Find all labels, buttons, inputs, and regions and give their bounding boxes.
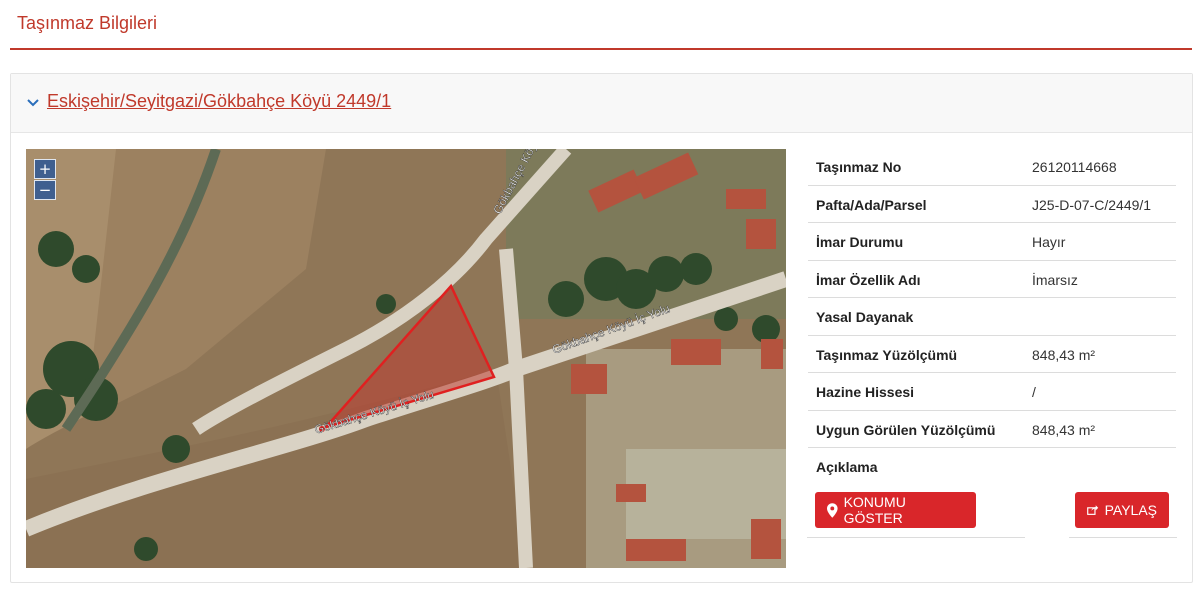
detail-value: 848,43 m² [1032,346,1096,363]
detail-value: J25-D-07-C/2449/1 [1032,196,1152,213]
chevron-down-icon[interactable] [25,95,41,111]
zoom-in-button[interactable]: + [34,159,56,179]
detail-row: Uygun Görülen Yüzölçümü 848,43 m² [808,411,1176,448]
page-header: Taşınmaz Bilgileri [10,0,1192,50]
show-location-label: KONUMU GÖSTER [843,494,906,526]
detail-key: Taşınmaz Yüzölçümü [816,346,958,363]
detail-value: Hayır [1032,234,1066,250]
map-imagery: Gökbahçe Köyü Gökbahçe Köyü İç Yolu Gökb… [26,149,786,568]
share-icon [1087,505,1099,515]
detail-row: İmar Özellik Adı İmarsız [808,261,1176,298]
zoom-controls: + − [34,159,56,200]
detail-key: Hazine Hissesi [816,384,915,400]
detail-value: İmarsız [1032,271,1078,288]
detail-key: İmar Durumu [816,234,904,250]
map-marker-icon [827,502,838,518]
detail-value: 848,43 m² [1032,421,1096,438]
detail-row: İmar Durumu Hayır [808,223,1176,261]
detail-value: 26120114668 [1032,159,1117,175]
satellite-map[interactable]: Gökbahçe Köyü Gökbahçe Köyü İç Yolu Gökb… [26,149,786,568]
property-panel: Eskişehir/Seyitgazi/Gökbahçe Köyü 2449/1 [10,73,1193,583]
detail-row: Pafta/Ada/Parsel J25-D-07-C/2449/1 [808,186,1176,223]
detail-key: Pafta/Ada/Parsel [816,196,927,213]
property-address-link[interactable]: Eskişehir/Seyitgazi/Gökbahçe Köyü 2449/1 [47,91,391,112]
detail-key: Açıklama [816,459,878,475]
detail-row: Taşınmaz Yüzölçümü 848,43 m² [808,336,1176,373]
detail-key: Yasal Dayanak [816,309,914,325]
detail-row: Açıklama [808,448,1176,486]
detail-row: Hazine Hissesi / [808,373,1176,411]
detail-row: Taşınmaz No 26120114668 [808,148,1176,186]
detail-key: Uygun Görülen Yüzölçümü [816,421,996,438]
detail-key: İmar Özellik Adı [816,271,921,288]
detail-value: / [1032,384,1036,400]
share-label: PAYLAŞ [1104,502,1157,518]
divider [807,537,1025,538]
divider [1069,537,1177,538]
property-details-table: Taşınmaz No 26120114668 Pafta/Ada/Parsel… [808,148,1176,486]
zoom-out-button[interactable]: − [34,180,56,200]
show-location-button[interactable]: KONUMU GÖSTER [815,492,976,528]
page-title: Taşınmaz Bilgileri [17,13,158,33]
share-button[interactable]: PAYLAŞ [1075,492,1169,528]
detail-row: Yasal Dayanak [808,298,1176,336]
panel-heading[interactable]: Eskişehir/Seyitgazi/Gökbahçe Köyü 2449/1 [11,74,1192,133]
detail-key: Taşınmaz No [816,159,902,175]
